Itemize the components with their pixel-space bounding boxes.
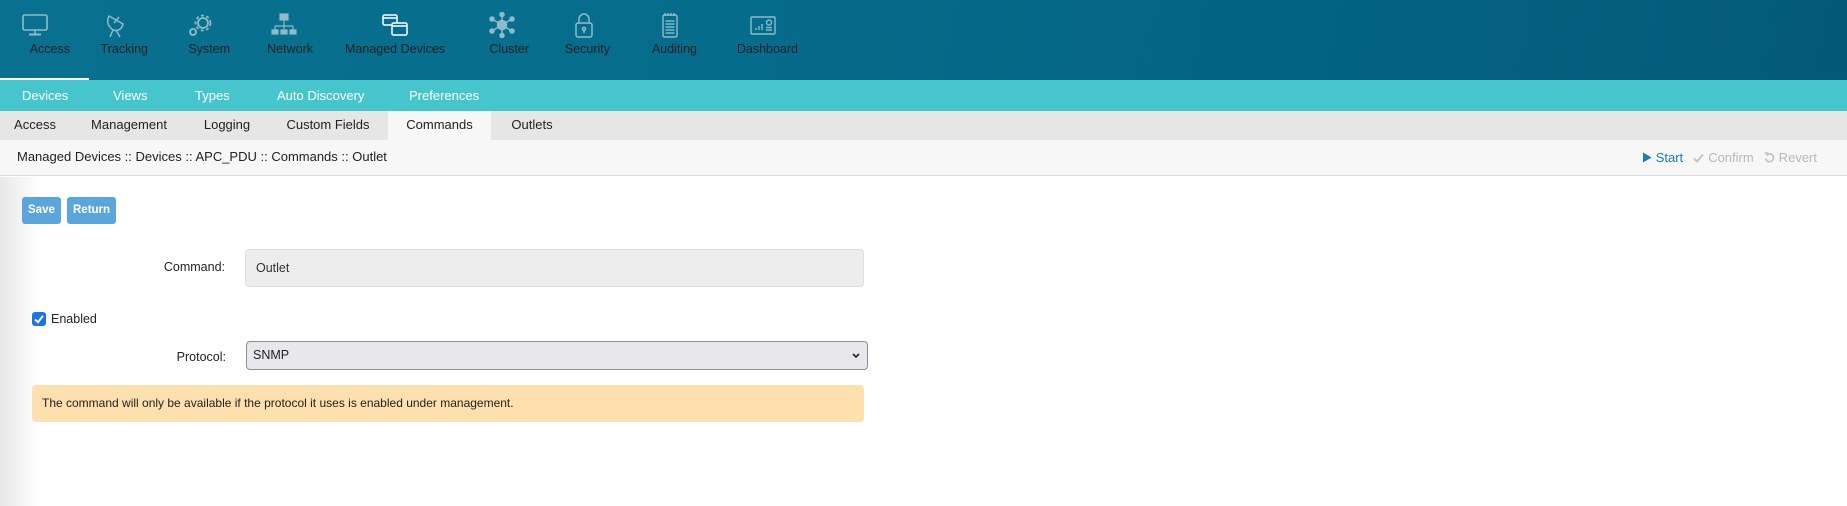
topnav-label: Access <box>29 42 70 56</box>
save-button[interactable]: Save <box>22 197 61 224</box>
protocol-select[interactable]: SNMP <box>246 341 868 370</box>
cluster-icon <box>489 12 515 38</box>
topnav-item-auditing[interactable]: Auditing <box>643 0 697 78</box>
topnav-label: Cluster <box>489 42 529 56</box>
tab-outlets[interactable]: Outlets <box>491 111 573 140</box>
topnav-label: System <box>188 42 230 56</box>
chevron-down-icon <box>852 353 860 359</box>
confirm-label: Confirm <box>1708 150 1754 165</box>
undo-icon <box>1764 152 1775 163</box>
topnav-item-tracking[interactable]: Tracking <box>84 0 148 78</box>
start-label: Start <box>1655 150 1684 165</box>
topnav-label: Tracking <box>100 42 148 56</box>
top-navigation: Access Tracking System Network Managed D… <box>0 0 1847 81</box>
topnav-label: Security <box>564 42 610 56</box>
tab-management[interactable]: Management <box>78 111 180 140</box>
satellite-dish-icon <box>106 14 124 38</box>
topnav-item-cluster[interactable]: Cluster <box>475 0 529 78</box>
gears-icon <box>189 14 212 36</box>
secondary-navigation: Devices Views Types Auto Discovery Prefe… <box>0 80 1847 111</box>
monitor-icon <box>22 14 48 36</box>
play-icon <box>1642 152 1652 163</box>
network-icon <box>271 13 297 35</box>
tab-custom-fields[interactable]: Custom Fields <box>280 111 376 140</box>
revert-button[interactable]: Revert <box>1764 150 1817 165</box>
topnav-item-dashboard[interactable]: Dashboard <box>728 0 798 78</box>
windows-icon <box>382 14 408 36</box>
command-label: Command: <box>163 260 225 274</box>
topnav-label: Dashboard <box>736 42 798 56</box>
left-shadow <box>0 177 40 506</box>
confirm-button[interactable]: Confirm <box>1693 150 1754 165</box>
topnav-label: Auditing <box>651 42 697 56</box>
return-button[interactable]: Return <box>67 197 117 224</box>
breadcrumb-bar: Managed Devices :: Devices :: APC_PDU ::… <box>0 140 1847 176</box>
check-icon <box>1693 153 1704 163</box>
enabled-checkbox[interactable] <box>32 312 46 326</box>
subnav-item-devices[interactable]: Devices <box>22 80 68 111</box>
subnav-item-preferences[interactable]: Preferences <box>409 80 479 111</box>
config-actions: Start Confirm Revert <box>1642 150 1817 165</box>
notepad-icon <box>662 13 678 38</box>
protocol-warning: The command will only be available if th… <box>32 385 864 422</box>
tab-logging[interactable]: Logging <box>192 111 262 140</box>
topnav-item-access[interactable]: Access <box>0 0 70 78</box>
tab-access[interactable]: Access <box>0 111 70 140</box>
enabled-label[interactable]: Enabled <box>51 312 97 326</box>
command-input[interactable]: Outlet <box>245 249 864 287</box>
tab-commands[interactable]: Commands <box>388 111 491 140</box>
protocol-label: Protocol: <box>176 350 226 364</box>
topnav-item-network[interactable]: Network <box>255 0 313 78</box>
start-button[interactable]: Start <box>1642 150 1683 165</box>
protocol-selected-value: SNMP <box>253 348 290 362</box>
dashboard-icon <box>750 16 776 35</box>
topnav-item-security[interactable]: Security <box>558 0 610 78</box>
lock-icon <box>575 13 593 38</box>
topnav-item-managed-devices[interactable]: Managed Devices <box>345 0 445 78</box>
revert-label: Revert <box>1778 150 1817 165</box>
subnav-item-auto-discovery[interactable]: Auto Discovery <box>277 80 364 111</box>
device-tabs: Access Management Logging Custom Fields … <box>0 111 1847 140</box>
breadcrumb: Managed Devices :: Devices :: APC_PDU ::… <box>17 149 387 164</box>
checkmark-icon <box>34 315 44 324</box>
topnav-item-system[interactable]: System <box>170 0 230 78</box>
subnav-item-types[interactable]: Types <box>195 80 230 111</box>
topnav-label: Network <box>267 42 313 56</box>
topnav-label: Managed Devices <box>345 42 446 56</box>
subnav-item-views[interactable]: Views <box>113 80 147 111</box>
